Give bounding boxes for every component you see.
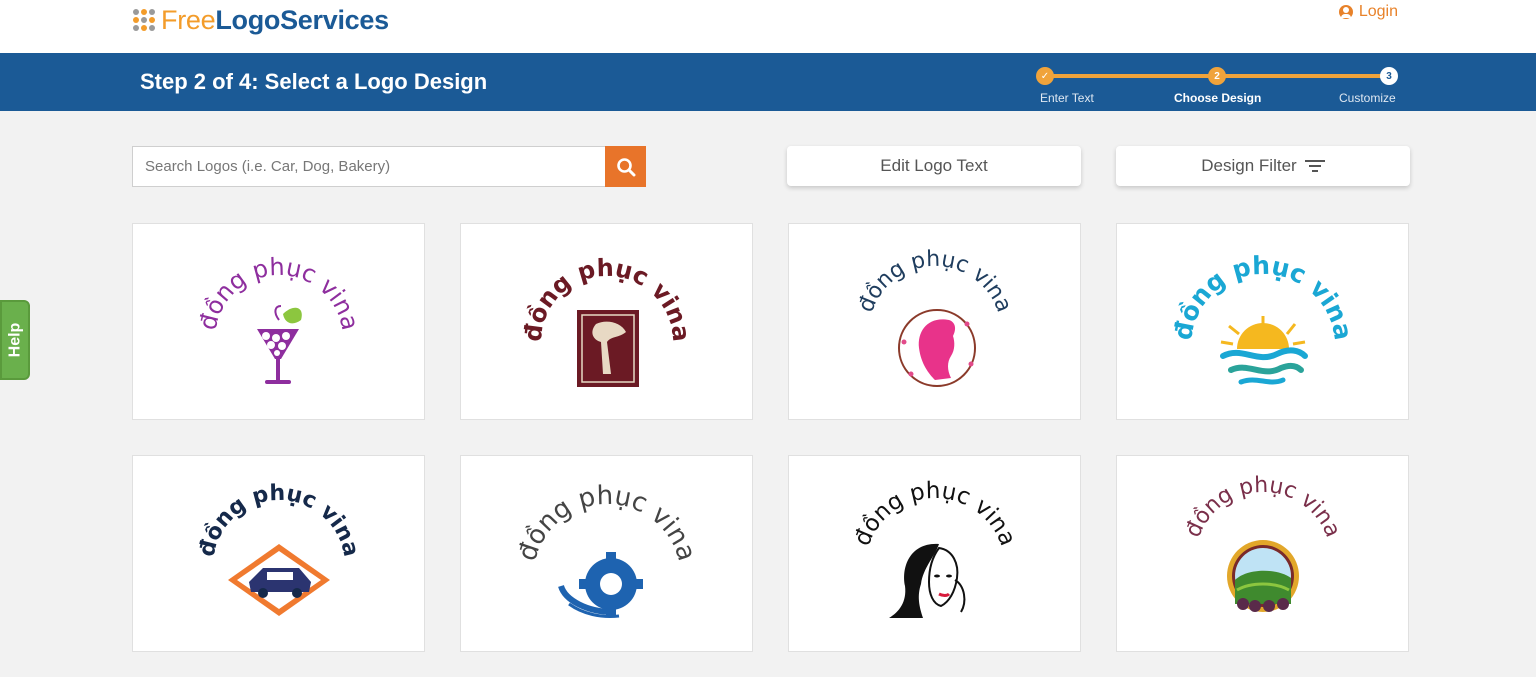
gear-icon [558,552,643,618]
help-label: Help [6,322,24,358]
top-bar: FreeLogoServices Login [0,0,1536,53]
logo-card-4[interactable]: đồng phục vina [1116,223,1409,420]
step-1-dot[interactable]: ✓ [1036,67,1054,85]
logo-card-2[interactable]: đồng phục vina [460,223,753,420]
grape-cocktail-icon [257,305,302,384]
login-link[interactable]: Login [1338,3,1398,21]
sun-waves-icon [1220,316,1308,385]
login-label: Login [1358,3,1398,20]
search-bar [132,146,646,187]
logo-card-1[interactable]: đồng phục vina [132,223,425,420]
logo-text: FreeLogoServices [161,5,389,36]
help-tab[interactable]: Help [0,300,30,380]
design-filter-label: Design Filter [1201,156,1297,175]
edit-logo-text-button[interactable]: Edit Logo Text [787,146,1081,186]
edit-logo-text-label: Edit Logo Text [880,156,988,175]
step-2-label[interactable]: Choose Design [1174,91,1261,105]
car-diamond-icon [228,544,330,616]
step-1-label[interactable]: Enter Text [1040,91,1094,105]
design-filter-button[interactable]: Design Filter [1116,146,1410,186]
search-button[interactable] [605,146,646,187]
logo-text: đồng phục vina [854,247,1017,316]
search-icon [616,157,635,176]
step-bar: Step 2 of 4: Select a Logo Design ✓ 2 3 … [0,53,1536,111]
logo-card-3[interactable]: đồng phục vina [788,223,1081,420]
step-progress: ✓ 2 3 Enter Text Choose Design Customize [1036,66,1398,106]
logo-text: đồng phục vina [849,478,1020,550]
search-input[interactable] [133,147,605,186]
logo-card-8[interactable]: đồng phục vina [1116,455,1409,652]
page-title: Step 2 of 4: Select a Logo Design [140,69,488,94]
step-3-dot[interactable]: 3 [1380,67,1398,85]
logo-card-5[interactable]: đồng phục vina [132,455,425,652]
logo-text: đồng phục vina [1181,473,1345,541]
logo-dots-icon [133,9,155,31]
logo-text-rest: LogoServices [215,4,389,35]
user-icon [1338,5,1353,19]
woman-profile-wreath-icon [898,309,976,387]
logo-card-7[interactable]: đồng phục vina [788,455,1081,652]
filter-icon [1304,160,1325,172]
step-3-label[interactable]: Customize [1339,91,1396,105]
logo-text: đồng phục vina [194,253,365,333]
logo-text-free: Free [161,4,216,35]
site-logo[interactable]: FreeLogoServices [133,3,389,37]
grapevine-frame-icon [577,310,639,387]
vineyard-emblem-icon [1227,540,1299,612]
step-2-dot[interactable]: 2 [1208,67,1226,85]
logo-card-6[interactable]: đồng phục vina [460,455,753,652]
woman-face-icon [889,543,966,618]
